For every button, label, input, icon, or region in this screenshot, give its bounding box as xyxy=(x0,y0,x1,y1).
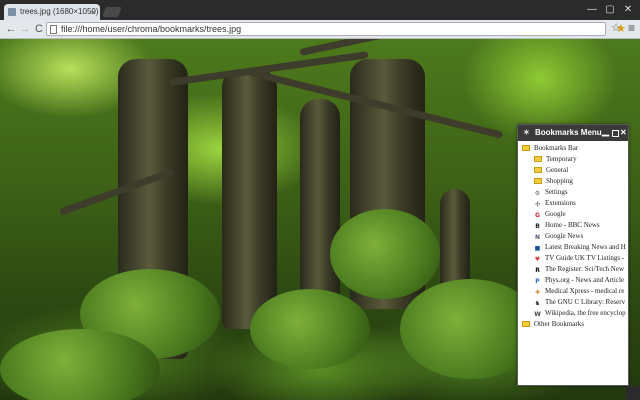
browser-toolbar: ← → C file:///home/user/chroma/bookmarks… xyxy=(0,20,640,39)
moss-rock xyxy=(0,329,160,400)
bookmark-label: Google News xyxy=(545,232,584,240)
folder-label: Bookmarks Bar xyxy=(534,144,579,152)
bookmark-item[interactable]: ✣ Extensions xyxy=(534,198,576,209)
maximize-button[interactable]: ▢ xyxy=(604,4,616,16)
moss-rock xyxy=(250,289,370,369)
minimize-button[interactable]: — xyxy=(586,4,598,16)
heart-icon: ♥ xyxy=(534,256,541,263)
reload-button[interactable]: C xyxy=(32,22,46,36)
bookmark-label: Shopping xyxy=(546,177,573,185)
gnu-icon: ♞ xyxy=(534,300,541,307)
folder-icon xyxy=(522,145,530,151)
bookmark-item[interactable]: Temporary xyxy=(534,154,577,165)
bookmark-item[interactable]: W Wikipedia, the free encyclop xyxy=(534,308,626,319)
extension-bookmarks-icon[interactable]: ★ xyxy=(616,22,626,35)
branch xyxy=(299,39,477,56)
bookmark-item[interactable]: General xyxy=(534,165,568,176)
new-tab-button[interactable] xyxy=(102,7,122,17)
address-bar[interactable]: file:///home/user/chroma/bookmarks/trees… xyxy=(46,22,621,36)
close-window-button[interactable]: ✕ xyxy=(622,4,634,16)
bookmarks-bar-folder[interactable]: Bookmarks Bar xyxy=(522,143,578,154)
bookmark-label: TV Guide UK TV Listings - xyxy=(545,254,625,262)
bookmark-item[interactable]: G Google xyxy=(534,209,566,220)
register-icon: R xyxy=(535,267,540,274)
bookmark-label: Extensions xyxy=(545,199,576,207)
bbc-icon: B xyxy=(535,223,540,230)
bookmark-label: Temporary xyxy=(546,155,577,163)
wikipedia-icon: W xyxy=(534,311,541,318)
menu-icon[interactable]: ≡ xyxy=(628,21,635,35)
bookmarks-panel: ✶ Bookmarks Menu ▁ ✕ Bookmarks Bar Tempo… xyxy=(517,124,629,386)
window-corner xyxy=(626,386,640,400)
bookmark-item[interactable]: ✚ Medical Xpress - medical re xyxy=(534,286,624,297)
medical-icon: ✚ xyxy=(534,289,541,296)
bookmark-item[interactable]: ♥ TV Guide UK TV Listings - xyxy=(534,253,624,264)
page-icon xyxy=(50,25,57,34)
tree-trunk xyxy=(440,189,470,289)
window-controls: — ▢ ✕ xyxy=(586,4,634,16)
bookmarks-tree: Bookmarks Bar Temporary General Shopping ⚙ S… xyxy=(518,143,628,385)
folder-icon xyxy=(534,156,542,162)
moss-rock xyxy=(330,209,440,299)
bookmark-label: Latest Breaking News and H xyxy=(545,243,626,251)
bookmark-item[interactable]: Shopping xyxy=(534,176,573,187)
folder-label: Other Bookmarks xyxy=(534,320,584,328)
image-file-icon xyxy=(8,8,16,16)
panel-close-button[interactable]: ✕ xyxy=(620,125,627,141)
bookmarks-panel-title: Bookmarks Menu xyxy=(535,128,602,137)
bookmark-item[interactable]: ♞ The GNU C Library: Reserv xyxy=(534,297,625,308)
google-icon: G xyxy=(535,212,540,219)
bookmarks-panel-header: ✶ Bookmarks Menu ▁ ✕ xyxy=(518,125,628,141)
other-bookmarks-folder[interactable]: Other Bookmarks xyxy=(522,319,584,330)
phys-icon: P xyxy=(535,278,540,285)
bookmark-label: General xyxy=(546,166,569,174)
bookmark-item[interactable]: P Phys.org - News and Article xyxy=(534,275,624,286)
bookmark-label: Settings xyxy=(545,188,568,196)
bookmark-label: The GNU C Library: Reserv xyxy=(545,298,626,306)
tree-trunk xyxy=(222,69,277,329)
folder-icon xyxy=(522,321,530,327)
tab-title: trees.jpg (1680×1050) xyxy=(20,7,99,16)
title-bar: trees.jpg (1680×1050) × — ▢ ✕ xyxy=(0,0,640,20)
panel-maximize-button[interactable] xyxy=(612,130,619,137)
folder-icon xyxy=(534,167,542,173)
breaking-news-icon: ■ xyxy=(534,245,541,252)
pin-icon[interactable]: ✶ xyxy=(523,125,530,141)
bookmark-label: Home - BBC News xyxy=(545,221,600,229)
bookmark-label: Wikipedia, the free encyclop xyxy=(545,309,626,317)
url-text[interactable]: file:///home/user/chroma/bookmarks/trees… xyxy=(61,23,241,35)
forward-button[interactable]: → xyxy=(18,22,32,36)
bookmark-label: Medical Xpress - medical re xyxy=(545,287,625,295)
panel-minimize-button[interactable]: ▁ xyxy=(602,123,609,139)
gear-icon: ⚙ xyxy=(534,190,541,197)
puzzle-icon: ✣ xyxy=(534,201,541,208)
bookmark-item[interactable]: B Home - BBC News xyxy=(534,220,600,231)
bookmark-item[interactable]: R The Register: Sci/Tech New xyxy=(534,264,624,275)
bookmark-item[interactable]: ■ Latest Breaking News and H xyxy=(534,242,626,253)
bookmark-item[interactable]: ⚙ Settings xyxy=(534,187,568,198)
bookmark-label: The Register: Sci/Tech New xyxy=(545,265,625,273)
bookmark-label: Phys.org - News and Article xyxy=(545,276,624,284)
news-icon: N xyxy=(534,234,541,241)
tab-close-icon[interactable]: × xyxy=(91,4,96,20)
back-button[interactable]: ← xyxy=(4,22,18,36)
folder-icon xyxy=(534,178,542,184)
tab-trees-jpg[interactable]: trees.jpg (1680×1050) × xyxy=(4,4,100,20)
bookmark-label: Google xyxy=(545,210,566,218)
bookmark-item[interactable]: N Google News xyxy=(534,231,583,242)
